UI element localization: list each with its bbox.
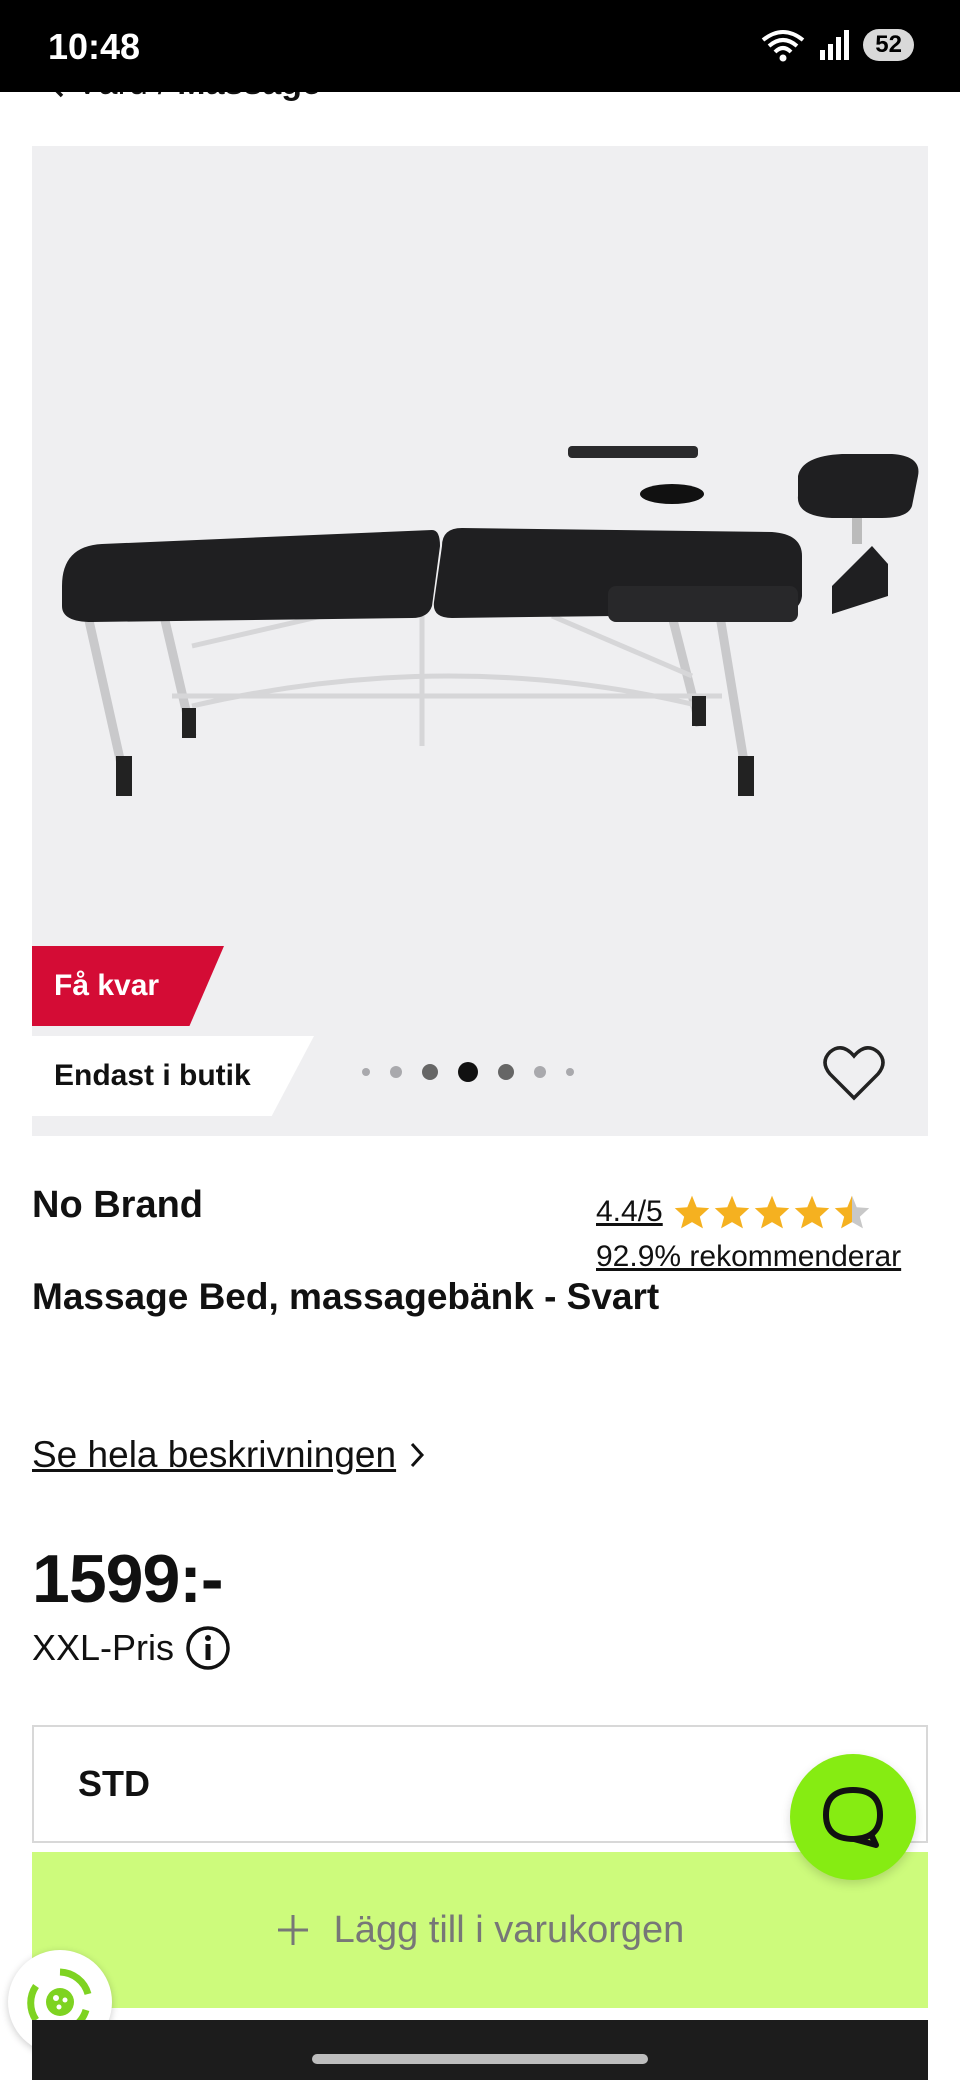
product-title: Massage Bed, massagebänk - Svart [32, 1276, 660, 1317]
gallery-dot-active[interactable] [458, 1062, 478, 1082]
signal-icon [820, 30, 850, 60]
store-only-badge: Endast i butik [32, 1036, 314, 1116]
battery-indicator: 52 [863, 29, 914, 61]
gallery-pagination[interactable] [352, 1062, 584, 1082]
variant-selected-value: STD [78, 1763, 150, 1804]
chevron-right-icon [410, 1442, 425, 1468]
star-icon [714, 1195, 749, 1229]
status-time: 10:48 [48, 26, 141, 67]
bottom-action-bar[interactable] [32, 2020, 928, 2080]
chat-icon [822, 1787, 883, 1848]
product-image-gallery[interactable]: Få kvar Endast i butik [32, 146, 928, 1136]
plus-icon [277, 1915, 308, 1945]
star-icon [754, 1195, 789, 1229]
product-image [62, 446, 919, 796]
rating-value[interactable]: 4.4/5 [596, 1195, 663, 1229]
status-icons: 52 [761, 28, 914, 62]
rating-stars [673, 1194, 871, 1230]
home-indicator[interactable] [312, 2054, 648, 2064]
star-icon [674, 1195, 709, 1229]
info-icon[interactable] [184, 1624, 232, 1672]
recommend-link[interactable]: 92.9% rekommenderar [596, 1240, 901, 1274]
full-description-label[interactable]: Se hela beskrivningen [32, 1434, 396, 1476]
add-to-cart-button[interactable]: Lägg till i varukorgen [32, 1852, 928, 2008]
product-price: 1599:- [32, 1541, 224, 1617]
star-icon [794, 1195, 829, 1229]
gallery-dot[interactable] [390, 1066, 402, 1078]
product-rating[interactable]: 4.4/5 [596, 1194, 871, 1230]
gallery-dot[interactable] [422, 1064, 438, 1080]
wifi-icon [762, 30, 805, 62]
gallery-dot[interactable] [534, 1066, 546, 1078]
star-half-icon [834, 1195, 869, 1229]
gallery-dot[interactable] [566, 1068, 574, 1076]
price-label-text: XXL-Pris [32, 1627, 175, 1668]
heart-icon[interactable] [822, 1044, 886, 1102]
gallery-dot[interactable] [498, 1064, 514, 1080]
add-to-cart-label: Lägg till i varukorgen [333, 1908, 685, 1951]
product-brand[interactable]: No Brand [32, 1184, 203, 1227]
full-description-link[interactable]: Se hela beskrivningen [32, 1434, 426, 1476]
price-label: XXL-Pris [32, 1624, 232, 1672]
status-bar: 10:48 52 [0, 0, 960, 92]
chat-button[interactable] [790, 1754, 916, 1880]
few-left-badge: Få kvar [32, 946, 224, 1026]
gallery-dot[interactable] [362, 1068, 370, 1076]
